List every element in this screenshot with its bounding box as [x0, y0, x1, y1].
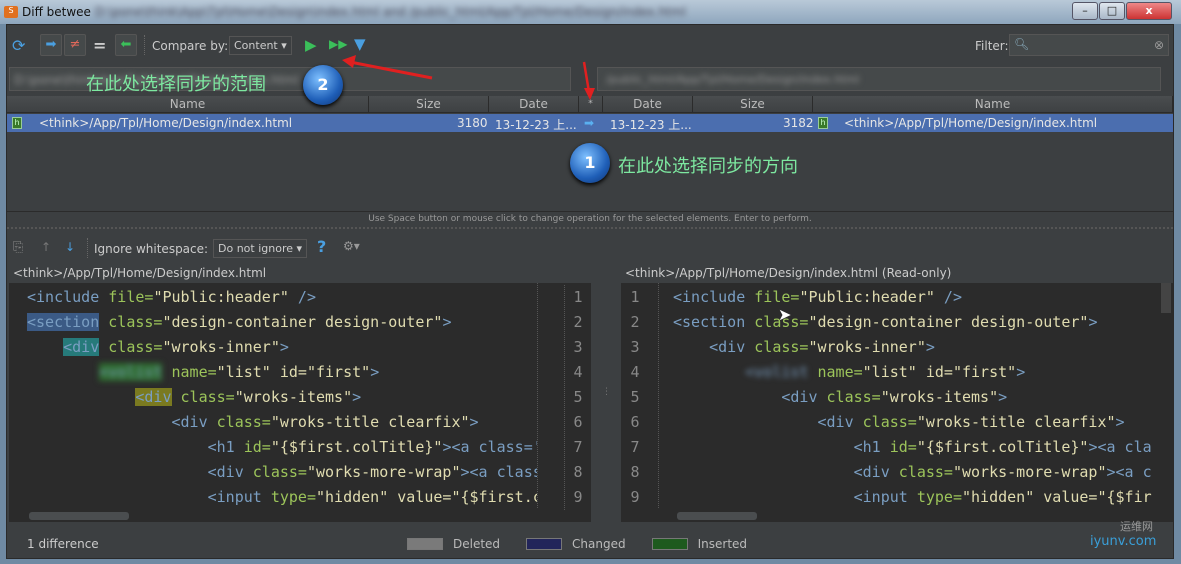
- red-arrowhead: [342, 55, 356, 68]
- watermark: 运维网 iyunv.com: [1090, 520, 1157, 549]
- red-arrow-scope: [349, 60, 433, 80]
- red-arrow-direction: [582, 61, 591, 93]
- annotation-arrows: [342, 55, 595, 100]
- red-arrowhead: [584, 88, 595, 100]
